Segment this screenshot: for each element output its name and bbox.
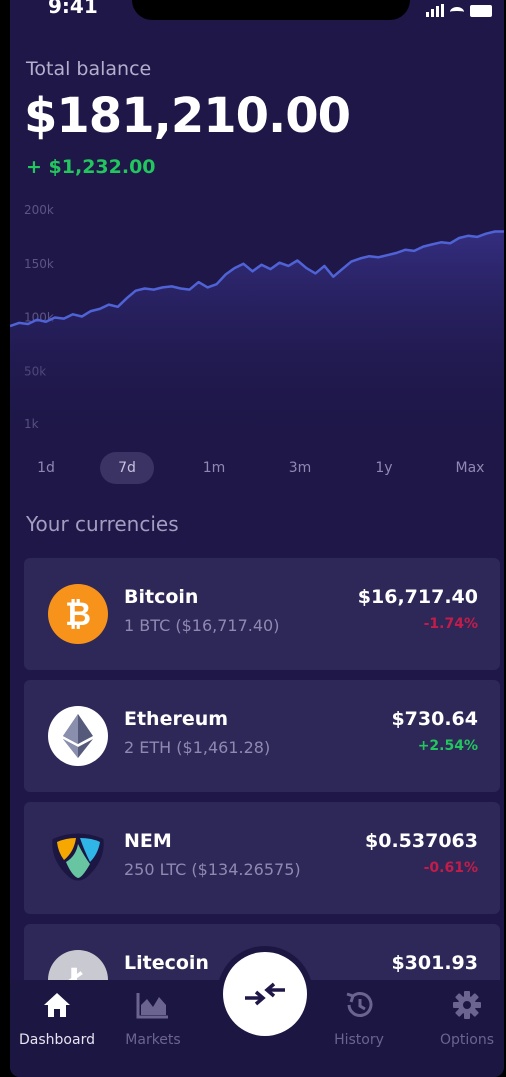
coin-holding: 250 LTC ($134.26575) [124, 860, 301, 879]
coin-price: $730.64 [391, 708, 478, 730]
coin-name: Bitcoin [124, 586, 199, 608]
nav-label: History [334, 1032, 384, 1048]
device-notch [132, 0, 410, 20]
y-tick-label: 150k [24, 257, 54, 271]
tab-range-1y[interactable]: 1y [366, 452, 402, 484]
coin-price: $16,717.40 [357, 586, 478, 608]
coin-change: -0.61% [423, 860, 478, 876]
status-icons [426, 4, 492, 17]
coin-price: $301.93 [391, 952, 478, 974]
coin-holding: 1 BTC ($16,717.40) [124, 616, 280, 635]
y-tick-label: 200k [24, 203, 54, 217]
exchange-icon [245, 982, 285, 1006]
tab-range-1m[interactable]: 1m [196, 452, 232, 484]
bitcoin-icon: ₿ [48, 584, 108, 644]
exchange-button[interactable] [223, 952, 307, 1036]
tab-range-max[interactable]: Max [448, 452, 492, 484]
ethereum-icon [48, 706, 108, 766]
nav-label: Markets [125, 1032, 181, 1048]
balance-change: + $1,232.00 [26, 156, 156, 178]
range-tabs: 1d 7d 1m 3m 1y Max [10, 450, 504, 486]
tab-range-3m[interactable]: 3m [282, 452, 318, 484]
signal-icon [426, 4, 444, 17]
app-screen: 9:41 Total balance $181,210.00 + $1,232.… [10, 0, 504, 1077]
currency-card-nem[interactable]: NEM 250 LTC ($134.26575) $0.537063 -0.61… [24, 802, 500, 914]
coin-holding: 2 ETH ($1,461.28) [124, 738, 271, 757]
gear-icon [422, 988, 504, 1022]
nav-markets[interactable]: Markets [108, 988, 198, 1048]
coin-price: $0.537063 [365, 830, 478, 852]
balance-chart[interactable]: 200k150k100k50k1k [10, 196, 504, 446]
chart-area [10, 231, 504, 446]
coin-change: +2.54% [417, 738, 478, 754]
coin-name: Ethereum [124, 708, 229, 730]
currencies-title: Your currencies [26, 512, 179, 536]
battery-icon [470, 5, 492, 17]
balance-value: $181,210.00 [24, 88, 351, 144]
tab-range-7d[interactable]: 7d [100, 452, 154, 484]
chart-icon [108, 988, 198, 1022]
coin-name: Litecoin [124, 952, 209, 974]
currency-card-ethereum[interactable]: Ethereum 2 ETH ($1,461.28) $730.64 +2.54… [24, 680, 500, 792]
nem-icon [48, 828, 108, 888]
nav-history[interactable]: History [314, 988, 404, 1048]
wifi-icon [450, 7, 464, 17]
history-icon [314, 988, 404, 1022]
currency-card-bitcoin[interactable]: ₿ Bitcoin 1 BTC ($16,717.40) $16,717.40 … [24, 558, 500, 670]
tab-range-1d[interactable]: 1d [28, 452, 64, 484]
status-time: 9:41 [48, 0, 98, 18]
coin-name: NEM [124, 830, 172, 852]
nav-dashboard[interactable]: Dashboard [12, 988, 102, 1048]
balance-label: Total balance [26, 58, 152, 80]
nav-options[interactable]: Options [422, 988, 504, 1048]
home-icon [12, 988, 102, 1022]
nav-label: Options [439, 1032, 495, 1048]
nav-label: Dashboard [19, 1032, 95, 1048]
coin-change: -1.74% [423, 616, 478, 632]
